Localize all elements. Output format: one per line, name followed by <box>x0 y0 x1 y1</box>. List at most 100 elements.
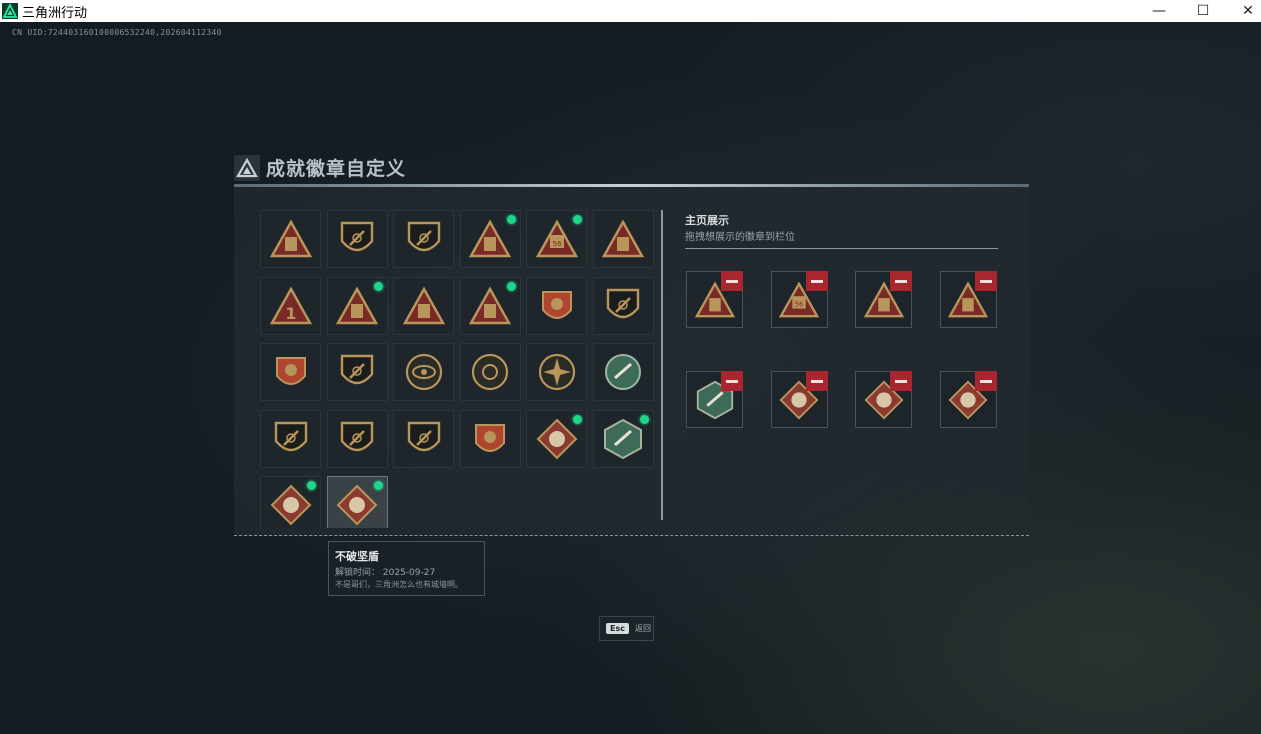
sniper-shield-badge-icon <box>340 421 374 451</box>
new-indicator-dot <box>573 215 582 224</box>
badge-tile[interactable] <box>592 210 654 268</box>
esc-key-icon: Esc <box>606 623 629 634</box>
beast-diamond-badge-icon <box>536 418 577 459</box>
tooltip-badge-name: 不破坚盾 <box>335 550 379 563</box>
hand-shield-badge-icon <box>606 288 640 318</box>
badge-tile[interactable] <box>260 476 321 528</box>
badge-grid[interactable]: 56 1 <box>260 210 658 528</box>
winged-medal-badge-icon <box>275 357 306 385</box>
remove-badge-button[interactable] <box>974 371 997 391</box>
box-triangle-badge-icon <box>335 285 379 324</box>
new-indicator-dot <box>373 281 383 291</box>
showcase-slot[interactable] <box>855 271 912 328</box>
remove-badge-button[interactable] <box>974 271 997 291</box>
showcase-slot[interactable] <box>686 371 743 428</box>
helmet-triangle-badge-icon <box>601 219 645 258</box>
rocket-triangle-badge-icon <box>468 285 512 324</box>
badge-tooltip: 不破坚盾 解锁时间： 2025-09-27 不是哥们，三角洲怎么也有城墙啊。 <box>328 541 485 596</box>
new-indicator-dot <box>506 215 516 224</box>
armor-diamond-badge-icon <box>336 484 378 526</box>
showcase-slot[interactable] <box>770 371 828 428</box>
helicopter-shield-badge-icon <box>340 221 374 252</box>
badge-tile[interactable] <box>592 276 654 335</box>
remove-badge-button[interactable] <box>890 371 912 391</box>
remove-badge-button[interactable] <box>805 271 828 291</box>
arrow-shield-badge-icon <box>407 221 440 252</box>
remove-badge-button[interactable] <box>721 371 743 391</box>
badge-tile[interactable] <box>526 276 587 335</box>
badge-tile[interactable] <box>526 409 587 468</box>
close-button[interactable]: ✕ <box>1225 0 1261 22</box>
shield-triangle-badge-icon <box>269 219 312 258</box>
badge-tile[interactable] <box>459 210 521 268</box>
showcase-divider <box>685 248 998 249</box>
dragon-diamond-badge-icon <box>270 484 311 526</box>
window-title: 三角洲行动 <box>22 5 88 21</box>
remove-badge-button[interactable] <box>805 371 828 391</box>
maximize-button[interactable]: ☐ <box>1180 0 1226 22</box>
minimize-button[interactable]: — <box>1136 0 1182 22</box>
badge-tile[interactable] <box>326 343 388 401</box>
panel-top-border <box>234 184 1029 187</box>
new-indicator-dot <box>506 281 516 291</box>
badge-tile[interactable] <box>260 343 321 401</box>
showcase-slot[interactable] <box>855 371 912 428</box>
rifle-shield-badge-icon <box>274 421 307 451</box>
uid-label: CN UID:7244031601000065322​40,2026041123… <box>12 28 222 37</box>
minus-icon <box>895 379 907 383</box>
badge-tile[interactable]: 56 <box>526 210 587 268</box>
badge-tile[interactable] <box>260 409 321 468</box>
showcase-slot[interactable]: 56 <box>770 271 828 328</box>
gun-shield-badge-icon <box>407 421 440 451</box>
badge-tile[interactable] <box>459 343 521 401</box>
svg-text:1: 1 <box>285 304 296 323</box>
badge-tile[interactable] <box>393 343 454 401</box>
badge-tile[interactable]: 1 <box>260 276 321 335</box>
badge-tile[interactable] <box>459 409 521 468</box>
badge-tile[interactable] <box>326 276 388 335</box>
remove-badge-button[interactable] <box>721 271 743 291</box>
badge-tile[interactable] <box>393 409 454 468</box>
number-1-badge-icon: 1 <box>269 285 312 324</box>
badge-tile[interactable] <box>459 276 521 335</box>
badge-tile[interactable] <box>326 210 388 268</box>
tooltip-description: 不是哥们，三角洲怎么也有城墙啊。 <box>335 580 463 589</box>
new-indicator-dot <box>639 414 649 424</box>
badge-tile[interactable] <box>326 409 388 468</box>
minus-icon <box>726 279 738 283</box>
minus-icon <box>726 379 738 383</box>
remove-badge-button[interactable] <box>890 271 912 291</box>
svg-text:56: 56 <box>552 240 561 248</box>
page-header: 成就徽章自定义 <box>234 154 406 181</box>
badge-tile[interactable] <box>260 210 321 268</box>
minus-icon <box>810 279 823 283</box>
badge-tile[interactable] <box>526 343 587 401</box>
badge-tile[interactable] <box>326 476 388 528</box>
showcase-slot[interactable] <box>939 371 997 428</box>
showcase-slot[interactable] <box>939 271 997 328</box>
badge-tile[interactable] <box>592 343 654 401</box>
rifle-hex-badge-icon <box>605 354 641 390</box>
showcase-subtitle: 拖拽想展示的徽章到栏位 <box>685 232 795 243</box>
showcase-slot[interactable] <box>686 271 743 328</box>
wasp-hex-badge-icon <box>604 418 642 459</box>
minus-icon <box>979 379 992 383</box>
delta-force-app-icon <box>2 3 18 19</box>
new-indicator-dot <box>373 481 383 490</box>
star-medal-badge-icon <box>541 290 572 319</box>
page-title: 成就徽章自定义 <box>266 158 407 180</box>
beast-shield-badge-icon <box>340 354 374 385</box>
vest-56-badge-icon: 56 <box>535 219 578 258</box>
esc-back-button[interactable]: Esc 返回 <box>599 616 654 641</box>
badge-tile[interactable] <box>393 276 454 335</box>
bag-triangle-badge-icon <box>468 219 512 258</box>
compass-star-badge-icon <box>538 353 575 391</box>
badge-tile[interactable] <box>393 210 454 268</box>
back-label: 返回 <box>634 624 651 633</box>
minus-icon <box>895 279 907 283</box>
badge-tile[interactable] <box>592 409 654 468</box>
svg-text:56: 56 <box>795 300 804 308</box>
eye-badge-icon <box>405 353 442 391</box>
minus-icon <box>810 379 823 383</box>
badge-grid-scrollbar[interactable] <box>661 210 663 520</box>
